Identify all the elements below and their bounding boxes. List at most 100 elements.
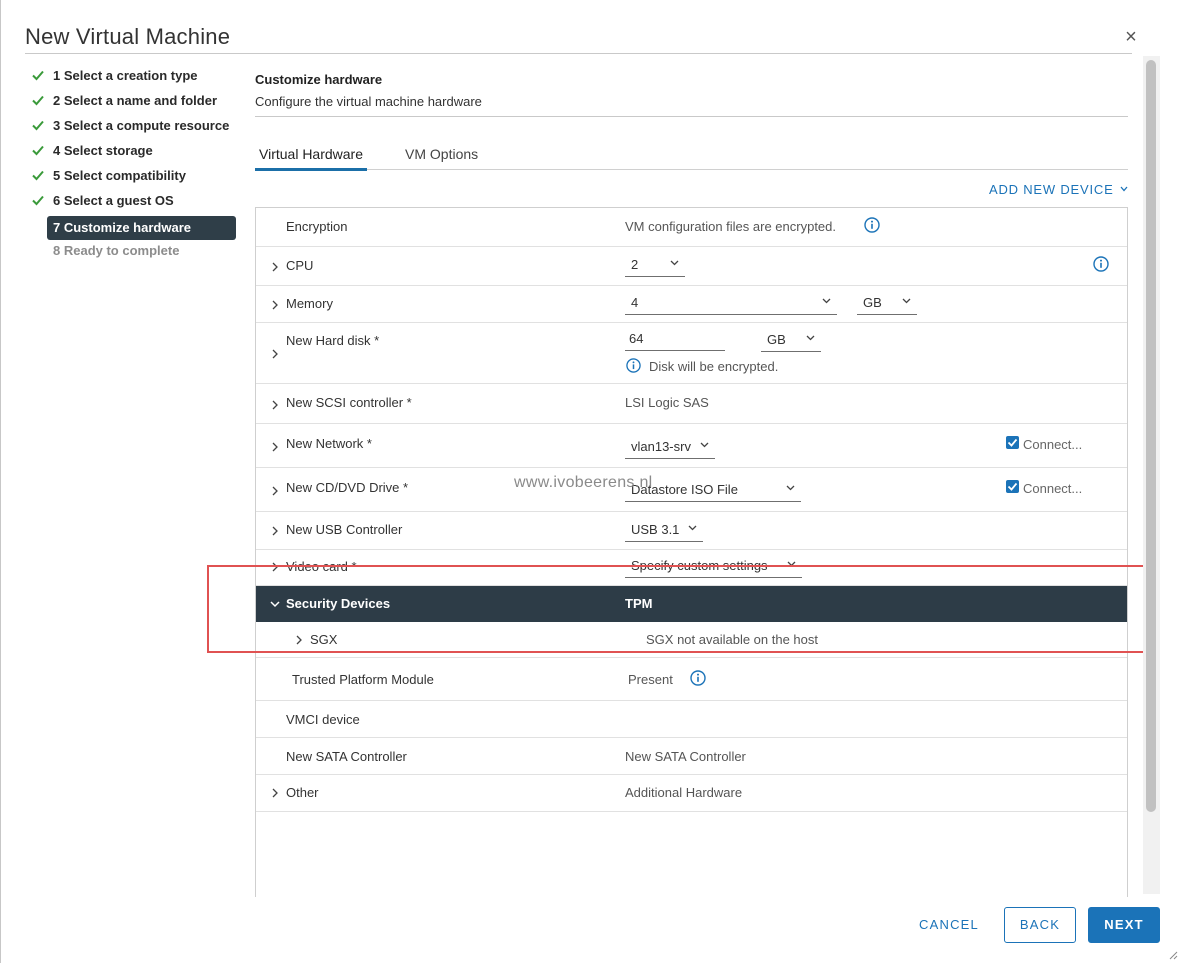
usb-value: USB 3.1 xyxy=(631,522,680,537)
chevron-down-icon xyxy=(700,442,709,448)
next-button[interactable]: NEXT xyxy=(1088,907,1160,943)
video-value: Specify custom settings xyxy=(631,558,768,573)
row-sgx[interactable]: SGX SGX not available on the host xyxy=(256,622,1127,658)
chevron-right-icon[interactable] xyxy=(270,300,280,310)
chevron-right-icon[interactable] xyxy=(270,486,280,496)
step-1[interactable]: 1 Select a creation type xyxy=(30,66,240,91)
check-icon xyxy=(1007,438,1018,447)
tab-virtual-hardware[interactable]: Virtual Hardware xyxy=(254,146,368,171)
step-7-active[interactable]: 7 Customize hardware xyxy=(47,216,236,240)
memory-unit: GB xyxy=(863,295,882,310)
sata-label: New SATA Controller xyxy=(286,749,407,764)
vmci-label: VMCI device xyxy=(286,712,360,727)
close-icon[interactable]: × xyxy=(1122,27,1140,47)
row-hard-disk[interactable]: New Hard disk * 64 GB Disk will be encry… xyxy=(256,323,1127,384)
step-6[interactable]: 6 Select a guest OS xyxy=(30,191,240,216)
chevron-down-icon xyxy=(688,525,697,531)
row-video[interactable]: Video card * Specify custom settings xyxy=(256,550,1127,586)
cpu-value: 2 xyxy=(631,257,639,272)
network-select[interactable]: vlan13-srv xyxy=(625,437,715,459)
cancel-button[interactable]: CANCEL xyxy=(912,907,986,943)
step-label: 3 Select a compute resource xyxy=(53,118,230,133)
usb-select[interactable]: USB 3.1 xyxy=(625,520,703,542)
row-network[interactable]: New Network * vlan13-srv Connect... xyxy=(256,424,1127,468)
add-new-device-button[interactable]: ADD NEW DEVICE xyxy=(989,182,1128,197)
check-icon xyxy=(32,195,44,206)
chevron-right-icon[interactable] xyxy=(270,349,280,359)
memory-select[interactable]: 4 xyxy=(625,293,837,315)
info-icon[interactable] xyxy=(1093,256,1109,272)
chevron-down-icon xyxy=(670,260,679,266)
cdrom-connect-checkbox[interactable] xyxy=(1006,480,1019,493)
row-cdrom[interactable]: New CD/DVD Drive * Datastore ISO File Co… xyxy=(256,468,1127,512)
step-3[interactable]: 3 Select a compute resource xyxy=(30,116,240,141)
chevron-right-icon[interactable] xyxy=(270,442,280,452)
chevron-down-icon xyxy=(787,561,796,567)
network-connect-checkbox[interactable] xyxy=(1006,436,1019,449)
video-label: Video card * xyxy=(286,559,357,574)
watermark: www.ivobeerens.nl xyxy=(514,474,653,491)
step-5[interactable]: 5 Select compatibility xyxy=(30,166,240,191)
step-4[interactable]: 4 Select storage xyxy=(30,141,240,166)
video-select[interactable]: Specify custom settings xyxy=(625,556,802,578)
usb-label: New USB Controller xyxy=(286,522,403,537)
check-icon xyxy=(32,145,44,156)
info-icon[interactable] xyxy=(690,670,706,686)
chevron-down-icon xyxy=(822,298,831,304)
tpm-value: Present xyxy=(628,672,673,687)
chevron-down-icon xyxy=(1120,186,1128,192)
chevron-right-icon[interactable] xyxy=(294,635,304,645)
tab-bar: Virtual Hardware VM Options xyxy=(254,142,1128,171)
hard-disk-size-input[interactable]: 64 xyxy=(625,329,725,351)
row-scsi[interactable]: New SCSI controller * LSI Logic SAS xyxy=(256,384,1127,424)
memory-value: 4 xyxy=(631,295,639,310)
section-subtitle: Configure the virtual machine hardware xyxy=(255,94,482,109)
step-label: 5 Select compatibility xyxy=(53,168,186,183)
row-usb[interactable]: New USB Controller USB 3.1 xyxy=(256,512,1127,550)
encryption-label: Encryption xyxy=(286,219,348,234)
chevron-right-icon[interactable] xyxy=(270,400,280,410)
scrollbar-thumb[interactable] xyxy=(1146,60,1156,812)
row-tpm: Trusted Platform Module Present xyxy=(256,658,1127,701)
check-icon xyxy=(32,95,44,106)
chevron-right-icon[interactable] xyxy=(270,562,280,572)
tab-vm-options[interactable]: VM Options xyxy=(405,146,478,170)
memory-label: Memory xyxy=(286,296,333,311)
title-divider xyxy=(25,53,1132,54)
network-value: vlan13-srv xyxy=(631,439,691,454)
resize-grip-icon[interactable] xyxy=(1168,950,1178,960)
row-security-devices[interactable]: Security Devices TPM xyxy=(256,586,1127,622)
dialog-title: New Virtual Machine xyxy=(25,24,231,49)
chevron-right-icon[interactable] xyxy=(270,262,280,272)
row-cpu[interactable]: CPU 2 xyxy=(256,247,1127,286)
chevron-down-icon xyxy=(806,335,815,341)
check-icon xyxy=(32,70,44,81)
scsi-value: LSI Logic SAS xyxy=(625,395,709,410)
cpu-select[interactable]: 2 xyxy=(625,255,685,277)
sgx-value: SGX not available on the host xyxy=(646,632,819,647)
info-icon[interactable] xyxy=(864,217,880,233)
security-label: Security Devices xyxy=(286,596,391,611)
row-sata: New SATA Controller New SATA Controller xyxy=(256,738,1127,775)
back-button[interactable]: BACK xyxy=(1004,907,1076,943)
check-icon xyxy=(32,120,44,131)
cdrom-connect-label: Connect... xyxy=(1023,481,1083,496)
sgx-label: SGX xyxy=(310,632,338,647)
scsi-label: New SCSI controller * xyxy=(286,395,412,410)
hard-disk-unit: GB xyxy=(767,332,786,347)
chevron-right-icon[interactable] xyxy=(270,526,280,536)
encryption-value: VM configuration files are encrypted. xyxy=(625,219,836,234)
chevron-down-icon[interactable] xyxy=(270,599,280,609)
hard-disk-unit-select[interactable]: GB xyxy=(761,330,821,352)
check-icon xyxy=(1007,482,1018,491)
network-label: New Network * xyxy=(286,436,372,451)
memory-unit-select[interactable]: GB xyxy=(857,293,917,315)
cdrom-label: New CD/DVD Drive * xyxy=(286,480,409,495)
row-memory[interactable]: Memory 4 GB xyxy=(256,286,1127,323)
info-icon[interactable] xyxy=(626,358,641,373)
chevron-right-icon[interactable] xyxy=(270,788,280,798)
row-other[interactable]: Other Additional Hardware xyxy=(256,775,1127,812)
security-value: TPM xyxy=(625,596,653,611)
chevron-down-icon xyxy=(902,298,911,304)
step-2[interactable]: 2 Select a name and folder xyxy=(30,91,240,116)
